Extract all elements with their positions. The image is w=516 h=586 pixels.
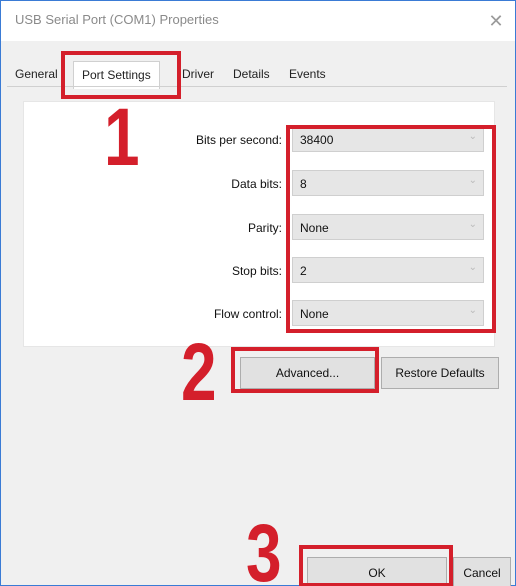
step2-highlight <box>231 347 379 393</box>
tab-driver[interactable]: Driver <box>182 67 214 81</box>
tab-general[interactable]: General <box>15 67 58 81</box>
restore-defaults-button[interactable]: Restore Defaults <box>381 357 499 389</box>
cancel-button[interactable]: Cancel <box>453 557 511 586</box>
flow-control-label: Flow control: <box>213 307 282 321</box>
step1-number: 1 <box>104 92 140 183</box>
stop-bits-label: Stop bits: <box>231 264 282 278</box>
window-title: USB Serial Port (COM1) Properties <box>15 12 219 27</box>
bits-per-second-label: Bits per second: <box>195 133 282 147</box>
settings-highlight <box>286 125 496 333</box>
step2-number: 2 <box>181 327 217 418</box>
tab-details[interactable]: Details <box>233 67 270 81</box>
tab-events[interactable]: Events <box>289 67 326 81</box>
properties-dialog: USB Serial Port (COM1) Properties ✕ Gene… <box>0 0 516 586</box>
title-bar: USB Serial Port (COM1) Properties ✕ <box>1 1 515 41</box>
close-icon[interactable]: ✕ <box>481 9 511 33</box>
parity-label: Parity: <box>247 221 282 235</box>
step3-number: 3 <box>246 508 282 586</box>
step3-highlight <box>299 545 453 586</box>
data-bits-label: Data bits: <box>231 177 282 191</box>
